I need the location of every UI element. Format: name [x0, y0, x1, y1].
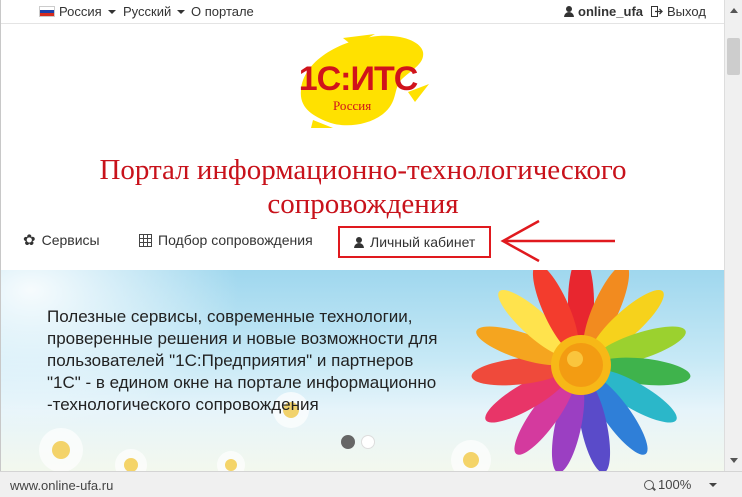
scroll-up-button[interactable] [725, 2, 742, 19]
nav-item-label: Сервисы [41, 232, 100, 248]
arrow-up-icon [729, 8, 738, 13]
logo-brand: 1С:ИТС [298, 60, 419, 98]
status-url: www.online-ufa.ru [10, 478, 114, 493]
banner-text-line: -технологического сопровождения [47, 395, 319, 414]
russia-flag-icon [39, 6, 55, 17]
chevron-down-icon [709, 482, 718, 487]
user-icon [354, 236, 364, 248]
banner-text-line: Полезные сервисы, современные технологии… [47, 307, 413, 326]
logout-label: Выход [667, 4, 706, 19]
user-icon [564, 6, 574, 17]
nav-item-support-selection[interactable]: Подбор сопровождения [139, 232, 313, 248]
scroll-down-button[interactable] [725, 452, 742, 469]
vertical-scrollbar[interactable] [724, 0, 742, 471]
logo-subtitle: Россия [333, 98, 372, 113]
grid-icon [139, 233, 152, 247]
carousel-dot-2[interactable] [361, 435, 375, 449]
banner-text-line: пользователей "1С:Предприятия" и партнер… [47, 351, 414, 370]
banner-text-line: "1С" - в едином окне на портале информац… [47, 373, 437, 392]
zoom-control[interactable]: 100% [644, 477, 718, 492]
language-selector[interactable]: Русский [123, 4, 186, 19]
carousel-dot-1[interactable] [341, 435, 355, 449]
red-arrow-annotation [500, 219, 615, 263]
language-label: Русский [123, 4, 172, 19]
logout-icon [651, 6, 663, 17]
top-bar: Россия Русский О портале online_ufa Выхо… [1, 0, 724, 24]
status-bar: www.online-ufa.ru 100% [0, 471, 742, 497]
carousel-dots [341, 435, 375, 449]
page-title: Портал информационно-технологического со… [1, 153, 724, 221]
about-link[interactable]: О портале [191, 4, 254, 19]
arrow-down-icon [729, 458, 738, 463]
nav-item-label: Личный кабинет [370, 234, 476, 250]
chevron-down-icon [107, 9, 116, 14]
chevron-down-icon [177, 9, 186, 14]
scrollbar-thumb[interactable] [727, 38, 740, 75]
banner-text: Полезные сервисы, современные технологии… [47, 306, 467, 416]
page-title-line-2: сопровождения [267, 188, 459, 220]
browser-viewport: Россия Русский О портале online_ufa Выхо… [0, 0, 724, 471]
region-label: Россия [59, 4, 102, 19]
zoom-icon [644, 479, 654, 490]
zoom-level: 100% [658, 477, 692, 492]
nav-item-services[interactable]: ✿ Сервисы [23, 232, 100, 248]
promo-banner: Полезные сервисы, современные технологии… [1, 270, 724, 471]
logout-link[interactable]: Выход [651, 4, 706, 19]
region-selector[interactable]: Россия [39, 4, 116, 19]
username: online_ufa [578, 4, 644, 19]
nav-item-label: Подбор сопровождения [158, 232, 313, 248]
banner-text-line: проверенные решения и новые возможности … [47, 329, 438, 348]
user-account-link[interactable]: online_ufa [564, 4, 643, 19]
about-label: О портале [191, 4, 254, 19]
its-logo[interactable]: 1С:ИТС Россия [283, 32, 433, 132]
page-title-line-1: Портал информационно-технологического [99, 154, 627, 186]
nav-item-personal-cabinet[interactable]: Личный кабинет [338, 226, 492, 258]
flower-icon: ✿ [23, 231, 36, 249]
